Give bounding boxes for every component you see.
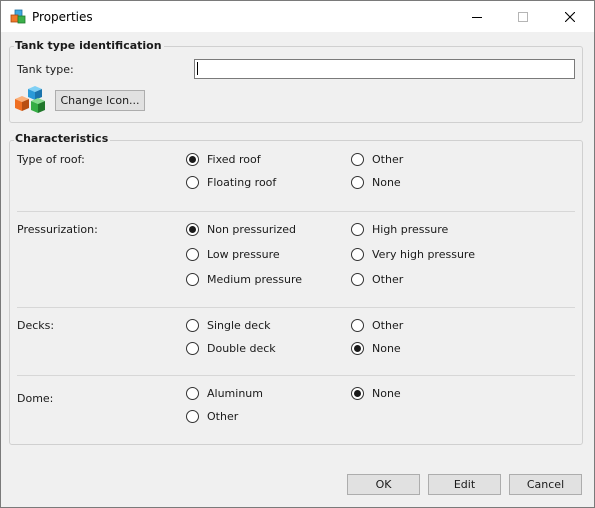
radio-circle: [351, 152, 364, 166]
radio-label: Medium pressure: [207, 272, 302, 286]
radio-label: Floating roof: [207, 175, 277, 189]
characteristics-group: [9, 140, 583, 445]
edit-button[interactable]: Edit: [428, 474, 501, 495]
radio-label: None: [372, 386, 401, 400]
roof-other-radio[interactable]: Other: [351, 152, 403, 166]
maximize-icon: [518, 11, 528, 22]
radio-label: Aluminum: [207, 386, 263, 400]
characteristics-title: Characteristics: [14, 132, 111, 145]
decks-single-deck-radio[interactable]: Single deck: [186, 318, 270, 332]
dome-label: Dome:: [17, 392, 54, 405]
radio-label: Non pressurized: [207, 222, 296, 236]
pressurization-label: Pressurization:: [17, 223, 98, 236]
tank-type-icon: [15, 86, 45, 113]
radio-label: None: [372, 341, 401, 355]
radio-circle: [186, 409, 199, 423]
radio-label: Low pressure: [207, 247, 280, 261]
decks-none-radio[interactable]: None: [351, 341, 401, 355]
radio-circle: [186, 152, 199, 166]
radio-circle: [351, 272, 364, 286]
radio-circle: [351, 222, 364, 236]
section-divider: [17, 211, 575, 212]
ok-button[interactable]: OK: [347, 474, 420, 495]
roof-floating-roof-radio[interactable]: Floating roof: [186, 175, 276, 189]
radio-circle: [186, 318, 199, 332]
roof-fixed-roof-radio[interactable]: Fixed roof: [186, 152, 261, 166]
decks-other-radio[interactable]: Other: [351, 318, 403, 332]
radio-circle: [186, 175, 199, 189]
radio-circle: [186, 341, 199, 355]
radio-circle: [186, 247, 199, 261]
change-icon-button[interactable]: Change Icon...: [55, 90, 145, 111]
radio-label: Single deck: [207, 318, 271, 332]
minimize-button[interactable]: [454, 1, 500, 32]
radio-label: None: [372, 175, 401, 189]
tank-identification-title: Tank type identification: [14, 39, 164, 52]
pressure-very-high-pressure-radio[interactable]: Very high pressure: [351, 247, 475, 261]
radio-circle: [351, 175, 364, 189]
section-divider: [17, 307, 575, 308]
pressure-other-radio[interactable]: Other: [351, 272, 403, 286]
text-caret: [197, 62, 198, 75]
radio-circle: [186, 272, 199, 286]
dome-aluminum-radio[interactable]: Aluminum: [186, 386, 263, 400]
minimize-icon: [472, 16, 482, 18]
radio-circle: [351, 341, 364, 355]
radio-label: Other: [372, 152, 404, 166]
pressure-non-pressurized-radio[interactable]: Non pressurized: [186, 222, 296, 236]
dome-other-radio[interactable]: Other: [186, 409, 238, 423]
roof-none-radio[interactable]: None: [351, 175, 401, 189]
radio-label: Very high pressure: [372, 247, 475, 261]
radio-label: Fixed roof: [207, 152, 261, 166]
close-button[interactable]: [547, 1, 593, 32]
radio-circle: [186, 222, 199, 236]
title-bar[interactable]: Properties: [1, 1, 594, 32]
cancel-button[interactable]: Cancel: [509, 474, 582, 495]
tank-cubes-icon: [10, 9, 26, 24]
pressure-high-pressure-radio[interactable]: High pressure: [351, 222, 448, 236]
radio-label: Double deck: [207, 341, 276, 355]
dome-none-radio[interactable]: None: [351, 386, 401, 400]
decks-double-deck-radio[interactable]: Double deck: [186, 341, 276, 355]
radio-label: Other: [207, 409, 239, 423]
pressure-low-pressure-radio[interactable]: Low pressure: [186, 247, 280, 261]
type-of-roof-label: Type of roof:: [17, 153, 85, 166]
radio-label: High pressure: [372, 222, 449, 236]
tank-identification-group: [9, 46, 583, 123]
radio-label: Other: [372, 272, 404, 286]
pressure-medium-pressure-radio[interactable]: Medium pressure: [186, 272, 302, 286]
tank-type-label: Tank type:: [17, 63, 74, 76]
window-title: Properties: [32, 10, 93, 24]
radio-circle: [351, 386, 364, 400]
tank-type-input[interactable]: [194, 59, 575, 79]
close-icon: [565, 11, 575, 22]
radio-circle: [351, 247, 364, 261]
radio-circle: [186, 386, 199, 400]
radio-label: Other: [372, 318, 404, 332]
maximize-button[interactable]: [500, 1, 546, 32]
section-divider: [17, 375, 575, 376]
decks-label: Decks:: [17, 319, 55, 332]
radio-circle: [351, 318, 364, 332]
properties-window: Properties Tank type identification Tank…: [0, 0, 595, 508]
